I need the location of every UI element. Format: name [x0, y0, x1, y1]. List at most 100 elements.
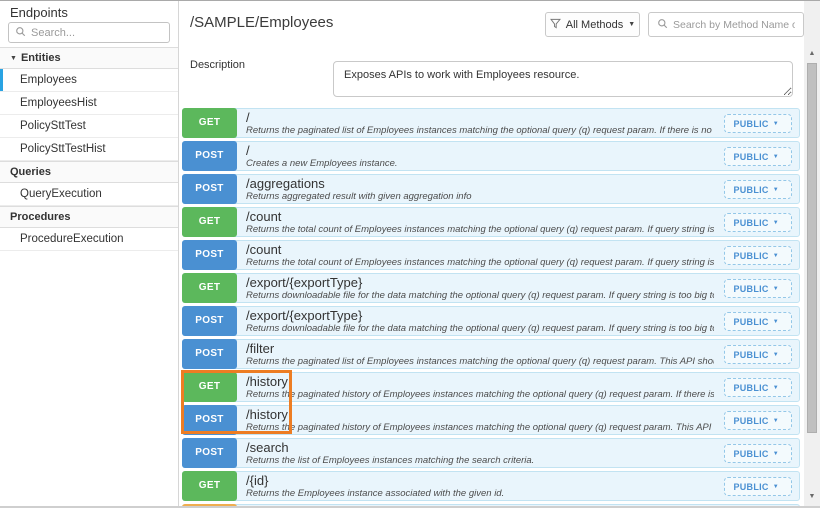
method-badge: POST [182, 339, 237, 369]
main-panel: /SAMPLE/Employees All Methods ▼ Descript… [180, 1, 804, 506]
access-label: PUBLIC [733, 449, 768, 459]
access-button[interactable]: PUBLIC ▼ [724, 345, 792, 364]
endpoint-path: /count [246, 242, 714, 257]
endpoint-row[interactable]: GET /count Returns the total count of Em… [182, 207, 800, 237]
search-icon [15, 24, 26, 42]
endpoint-row[interactable] [182, 504, 800, 508]
access-button[interactable]: PUBLIC ▼ [724, 378, 792, 397]
description-input[interactable]: Exposes APIs to work with Employees reso… [333, 61, 793, 97]
endpoint-description: Returns downloadable file for the data m… [246, 290, 714, 302]
sidebar-item[interactable]: Employees [0, 69, 178, 92]
method-badge: GET [182, 273, 237, 303]
section-label: Queries [10, 166, 51, 178]
access-label: PUBLIC [733, 218, 768, 228]
section-items: Employees EmployeesHist PolicySttTest Po… [0, 69, 178, 161]
chevron-down-icon: ▼ [773, 187, 779, 193]
endpoint-row[interactable]: GET / Returns the paginated list of Empl… [182, 108, 800, 138]
endpoint-path: /export/{exportType} [246, 275, 714, 290]
page-title: /SAMPLE/Employees [190, 14, 333, 31]
access-label: PUBLIC [733, 284, 768, 294]
endpoint-description: Returns the list of Employees instances … [246, 455, 714, 467]
access-button[interactable]: PUBLIC ▼ [724, 279, 792, 298]
sidebar-section-header[interactable]: Procedures [0, 206, 178, 228]
access-label: PUBLIC [733, 185, 768, 195]
chevron-down-icon: ▼ [773, 286, 779, 292]
chevron-down-icon: ▼ [628, 21, 635, 28]
endpoint-row[interactable]: POST /search Returns the list of Employe… [182, 438, 800, 468]
method-search-input[interactable] [673, 19, 795, 31]
section-label: Procedures [10, 211, 71, 223]
endpoint-row[interactable]: POST /history Returns the paginated hist… [182, 405, 800, 435]
endpoint-path: /history [246, 407, 714, 422]
method-badge: POST [182, 438, 237, 468]
sidebar-item[interactable]: PolicySttTestHist [0, 138, 178, 161]
endpoint-list: GET / Returns the paginated list of Empl… [182, 108, 800, 508]
chevron-down-icon: ▼ [773, 451, 779, 457]
endpoint-description: Returns the paginated history of Employe… [246, 422, 714, 434]
endpoint-path: /{id} [246, 473, 714, 488]
methods-filter-label: All Methods [566, 19, 623, 31]
sidebar-section-header[interactable]: ▼Entities [0, 47, 178, 69]
method-badge: GET [182, 207, 237, 237]
vertical-scrollbar[interactable]: ▲ ▼ [804, 1, 820, 506]
chevron-down-icon: ▼ [773, 253, 779, 259]
access-label: PUBLIC [733, 152, 768, 162]
scrollbar-thumb[interactable] [807, 63, 817, 433]
chevron-down-icon: ▼ [773, 385, 779, 391]
sidebar-search-input[interactable] [31, 27, 163, 39]
endpoint-row[interactable]: GET /history Returns the paginated histo… [182, 372, 800, 402]
endpoint-row[interactable]: POST / Creates a new Employees instance.… [182, 141, 800, 171]
chevron-down-icon: ▼ [773, 154, 779, 160]
app-window: Endpoints ▼Entities Employees EmployeesH… [0, 0, 820, 508]
endpoint-description: Returns the paginated list of Employees … [246, 125, 714, 137]
access-button[interactable]: PUBLIC ▼ [724, 477, 792, 496]
sidebar-item[interactable]: EmployeesHist [0, 92, 178, 115]
endpoint-row[interactable]: GET /{id} Returns the Employees instance… [182, 471, 800, 501]
access-button[interactable]: PUBLIC ▼ [724, 444, 792, 463]
access-button[interactable]: PUBLIC ▼ [724, 411, 792, 430]
method-badge: POST [182, 174, 237, 204]
access-label: PUBLIC [733, 350, 768, 360]
access-button[interactable]: PUBLIC ▼ [724, 180, 792, 199]
access-button[interactable]: PUBLIC ▼ [724, 213, 792, 232]
chevron-down-icon: ▼ [773, 418, 779, 424]
endpoint-description: Returns the Employees instance associate… [246, 488, 714, 500]
method-badge: GET [182, 471, 237, 501]
access-button[interactable]: PUBLIC ▼ [724, 246, 792, 265]
endpoint-row[interactable]: GET /export/{exportType} Returns downloa… [182, 273, 800, 303]
endpoint-path: /count [246, 209, 714, 224]
endpoint-row[interactable]: POST /aggregations Returns aggregated re… [182, 174, 800, 204]
section-caret-icon: ▼ [10, 55, 17, 62]
endpoint-row[interactable]: POST /export/{exportType} Returns downlo… [182, 306, 800, 336]
scrollbar-up-icon[interactable]: ▲ [804, 47, 820, 61]
endpoint-row[interactable]: POST /count Returns the total count of E… [182, 240, 800, 270]
sidebar-item[interactable]: QueryExecution [0, 183, 178, 206]
endpoint-description: Returns the total count of Employees ins… [246, 224, 714, 236]
endpoint-path: / [246, 110, 714, 125]
sidebar-item[interactable]: PolicySttTest [0, 115, 178, 138]
sidebar-item-label: PolicySttTest [20, 120, 86, 132]
sidebar-item[interactable]: ProcedureExecution [0, 228, 178, 251]
endpoint-path: /aggregations [246, 176, 714, 191]
access-button[interactable]: PUBLIC ▼ [724, 147, 792, 166]
access-label: PUBLIC [733, 416, 768, 426]
sidebar-title: Endpoints [0, 1, 178, 19]
method-badge [182, 504, 237, 508]
methods-filter-dropdown[interactable]: All Methods ▼ [545, 12, 640, 37]
access-button[interactable]: PUBLIC ▼ [724, 312, 792, 331]
sidebar-item-label: QueryExecution [20, 188, 102, 200]
method-badge: POST [182, 141, 237, 171]
endpoint-row[interactable]: POST /filter Returns the paginated list … [182, 339, 800, 369]
chevron-down-icon: ▼ [773, 484, 779, 490]
scrollbar-down-icon[interactable]: ▼ [804, 490, 820, 504]
chevron-down-icon: ▼ [773, 319, 779, 325]
chevron-down-icon: ▼ [773, 220, 779, 226]
access-label: PUBLIC [733, 251, 768, 261]
endpoint-path: /filter [246, 341, 714, 356]
sidebar-section-header[interactable]: Queries [0, 161, 178, 183]
section-items: QueryExecution [0, 183, 178, 206]
sidebar-item-label: PolicySttTestHist [20, 143, 106, 155]
sidebar-item-label: Employees [20, 74, 77, 86]
access-button[interactable]: PUBLIC ▼ [724, 114, 792, 133]
filter-funnel-icon [550, 18, 561, 32]
